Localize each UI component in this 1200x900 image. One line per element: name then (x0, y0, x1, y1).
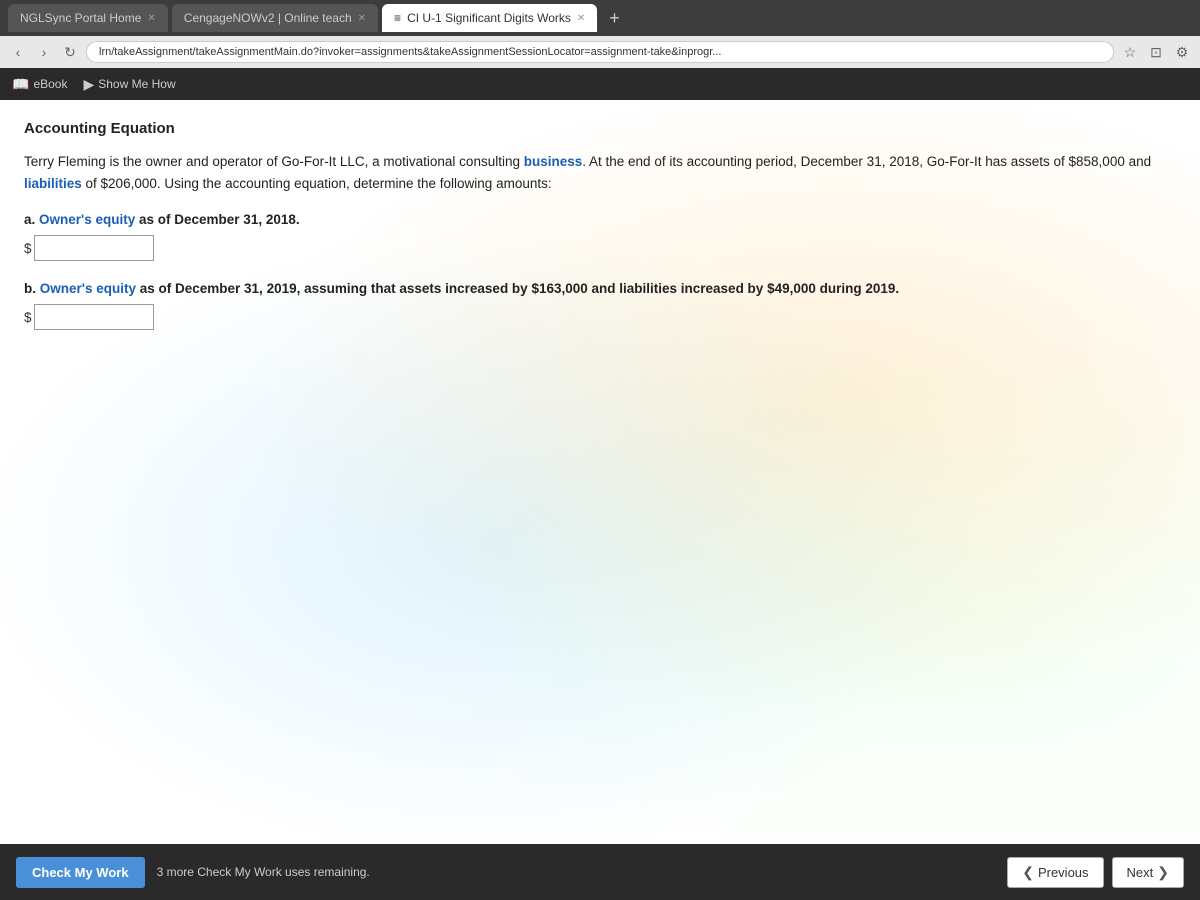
problem-text: Terry Fleming is the owner and operator … (24, 151, 1176, 194)
answer-input-b[interactable] (34, 304, 154, 330)
tab-nglsync-label: NGLSync Portal Home (20, 11, 141, 25)
browser-tabs-bar: NGLSync Portal Home ✕ CengageNOWv2 | Onl… (0, 0, 1200, 36)
ebook-button[interactable]: 📖 eBook (12, 76, 67, 93)
star-icon[interactable]: ☆ (1120, 42, 1140, 62)
question-a-input-row: $ (24, 235, 1176, 261)
ebook-label: eBook (33, 77, 67, 91)
question-b-label: b. Owner's equity as of December 31, 201… (24, 281, 1176, 296)
content-area: Accounting Equation Terry Fleming is the… (0, 100, 1200, 844)
next-label: Next (1127, 865, 1154, 880)
reader-mode-icon[interactable]: ⊡ (1146, 42, 1166, 62)
tab-cengage-label: CengageNOWv2 | Online teach (184, 11, 352, 25)
answer-input-a[interactable] (34, 235, 154, 261)
tab-icon: ≡ (394, 11, 401, 25)
highlight-liabilities: liabilities (24, 176, 82, 191)
forward-button[interactable]: › (34, 42, 54, 62)
settings-icon[interactable]: ⚙ (1172, 42, 1192, 62)
tab-cengage[interactable]: CengageNOWv2 | Online teach ✕ (172, 4, 378, 32)
question-a-part: a. (24, 212, 35, 227)
tab-assignment[interactable]: ≡ CI U-1 Significant Digits Works ✕ (382, 4, 597, 32)
question-b-part: b. (24, 281, 36, 296)
video-icon: ▶ (83, 76, 94, 93)
refresh-button[interactable]: ↻ (60, 42, 80, 62)
chevron-left-icon: ❮ (1022, 864, 1034, 881)
section-title: Accounting Equation (24, 120, 1176, 137)
question-a-text: Owner's equity as of December 31, 2018. (39, 212, 300, 227)
dollar-sign-b: $ (24, 310, 32, 325)
remaining-text: 3 more Check My Work uses remaining. (157, 865, 370, 879)
show-me-how-button[interactable]: ▶ Show Me How (83, 76, 175, 93)
next-button[interactable]: Next ❯ (1112, 857, 1184, 888)
bottom-right: ❮ Previous Next ❯ (1007, 857, 1184, 888)
check-my-work-button[interactable]: Check My Work (16, 857, 145, 888)
tab-cengage-close[interactable]: ✕ (358, 13, 366, 24)
previous-button[interactable]: ❮ Previous (1007, 857, 1103, 888)
question-b-input-row: $ (24, 304, 1176, 330)
show-me-how-label: Show Me How (98, 77, 175, 91)
question-a-label: a. Owner's equity as of December 31, 201… (24, 212, 1176, 227)
content-inner: Accounting Equation Terry Fleming is the… (24, 120, 1176, 330)
dollar-sign-a: $ (24, 241, 32, 256)
address-bar[interactable]: lrn/takeAssignment/takeAssignmentMain.do… (86, 41, 1114, 63)
tab-assignment-close[interactable]: ✕ (577, 13, 585, 24)
address-bar-row: ‹ › ↻ lrn/takeAssignment/takeAssignmentM… (0, 36, 1200, 68)
tab-nglsync-close[interactable]: ✕ (147, 13, 155, 24)
previous-label: Previous (1038, 865, 1089, 880)
tab-nglsync[interactable]: NGLSync Portal Home ✕ (8, 4, 168, 32)
new-tab-button[interactable]: + (601, 8, 628, 29)
tab-assignment-label: CI U-1 Significant Digits Works (407, 11, 571, 25)
address-text: lrn/takeAssignment/takeAssignmentMain.do… (99, 46, 721, 58)
bottom-left: Check My Work 3 more Check My Work uses … (16, 857, 370, 888)
bottom-bar: Check My Work 3 more Check My Work uses … (0, 844, 1200, 900)
ebook-icon: 📖 (12, 76, 29, 93)
question-b-text: Owner's equity as of December 31, 2019, … (40, 281, 899, 296)
highlight-business: business (524, 154, 583, 169)
back-button[interactable]: ‹ (8, 42, 28, 62)
page-toolbar: 📖 eBook ▶ Show Me How (0, 68, 1200, 100)
chevron-right-icon: ❯ (1157, 864, 1169, 881)
